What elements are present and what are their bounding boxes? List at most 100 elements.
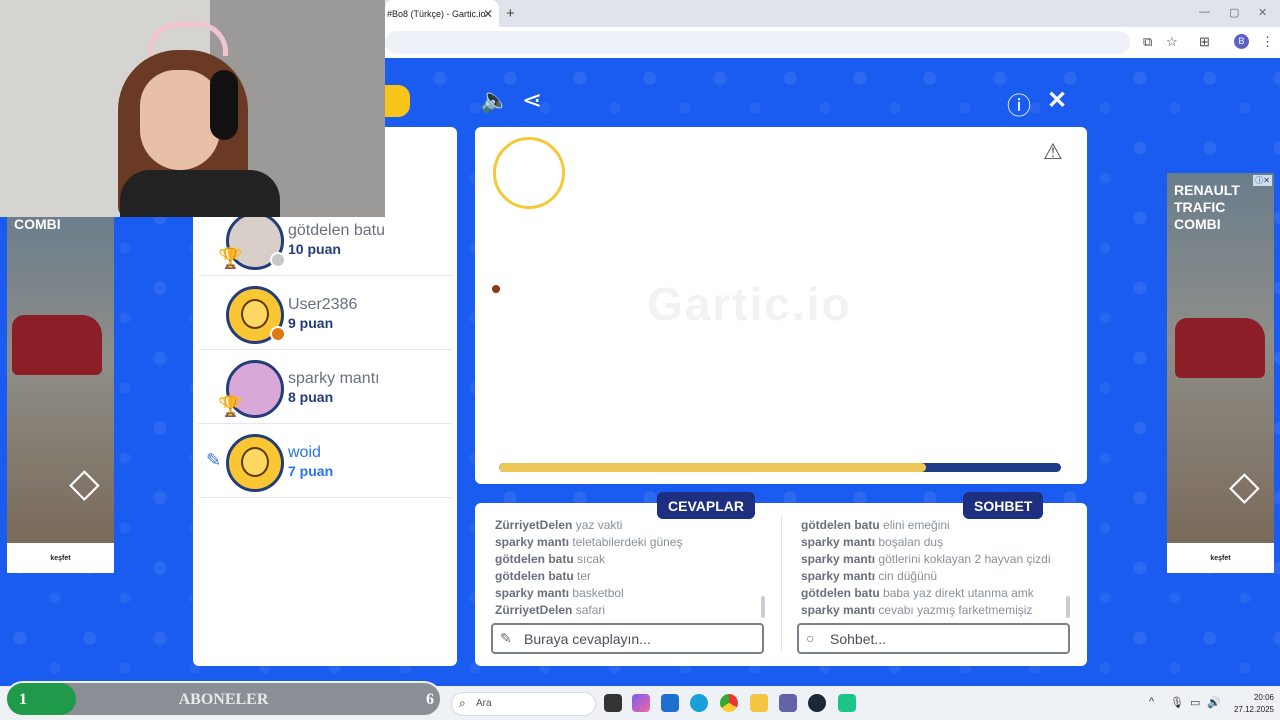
answers-list: ZürriyetDelen yaz vakti sparky mantı tel… <box>495 517 765 621</box>
smiley-face-icon <box>241 447 269 477</box>
ad-title: RENAULT TRAFIC COMBI <box>1174 182 1240 232</box>
info-icon[interactable]: ⓘ <box>1007 86 1031 121</box>
list-item: sparky mantı basketbol <box>495 586 624 600</box>
ad-van-image <box>1175 318 1265 378</box>
ad-right[interactable]: RENAULT TRAFIC COMBI ⓘ✕ ◇ keşfet <box>1167 173 1274 573</box>
player-score: 9 puan <box>288 315 334 331</box>
timer-ring <box>493 137 565 209</box>
bookmark-star-icon[interactable]: ☆ <box>1166 34 1178 50</box>
close-game-icon[interactable]: ✕ <box>1047 86 1067 115</box>
copilot-icon[interactable] <box>632 694 650 712</box>
answers-scrollbar[interactable] <box>761 596 765 618</box>
player-score: 10 puan <box>288 241 341 257</box>
list-item: sparky mantı cevabı yazmış farketmemişiz <box>801 603 1033 617</box>
clock-time: 20:06 <box>1253 693 1274 702</box>
volume-icon[interactable]: 🔊 <box>1207 696 1221 709</box>
player-row[interactable]: User2386 9 puan <box>198 276 452 350</box>
player-row[interactable]: 🏆 sparky mantı 8 puan <box>198 350 452 424</box>
ad-cta[interactable]: keşfet <box>7 555 114 562</box>
webcam-overlay <box>0 0 385 217</box>
search-placeholder: Ara <box>476 698 492 709</box>
tab-chat[interactable]: SOHBET <box>963 492 1044 519</box>
menu-kebab-icon[interactable]: ⋮ <box>1261 34 1274 50</box>
search-icon: ⌕ <box>459 696 466 710</box>
ad-title: COMBI <box>14 216 61 232</box>
taskbar-clock[interactable]: 20:06 27.12.2025 <box>1224 692 1274 716</box>
sound-icon[interactable]: 🔈 <box>480 86 510 115</box>
ad-left[interactable]: COMBI ◇ keşfet <box>7 210 114 573</box>
player-name: götdelen batu <box>288 222 385 239</box>
tray-chevron-icon[interactable]: ^ <box>1149 696 1154 708</box>
list-item: götdelen batu baba yaz direkt utanma amk <box>801 586 1034 600</box>
list-item: götdelen batu sıcak <box>495 552 606 566</box>
edge-icon[interactable] <box>690 694 708 712</box>
share-icon[interactable]: ⋖ <box>522 86 542 115</box>
drawn-dot <box>492 285 500 293</box>
list-item: sparky mantı teletabilerdeki güneş <box>495 535 683 549</box>
webcam-person-body <box>120 170 280 217</box>
divider <box>781 515 782 651</box>
avatar <box>226 434 284 492</box>
list-item: götdelen batu elini emeğini <box>801 518 950 532</box>
close-window-icon[interactable]: ✕ <box>1258 6 1267 19</box>
chat-input[interactable]: ○ Sohbet... <box>797 623 1070 654</box>
new-tab-button[interactable]: + <box>506 5 515 22</box>
player-score: 7 puan <box>288 463 334 479</box>
list-item: sparky mantı boşalan duş <box>801 535 944 549</box>
gartic-watermark-logo: Gartic.io <box>647 278 852 330</box>
gartic-app-icon[interactable] <box>838 694 856 712</box>
pencil-icon: ✎ <box>500 630 512 646</box>
tab-gartic[interactable]: #Bo8 (Türkçe) - Gartic.io <box>385 0 499 27</box>
chat-placeholder: Sohbet... <box>830 631 887 647</box>
outlook-icon[interactable] <box>661 694 679 712</box>
goal-label: ABONELER <box>178 691 269 708</box>
chrome-icon[interactable] <box>720 694 738 712</box>
ad-van-image <box>12 315 102 375</box>
player-name: woid <box>288 444 321 461</box>
list-item: ZürriyetDelen safari <box>495 603 606 617</box>
list-item: götdelen batu ter <box>495 569 592 583</box>
taskbar-search[interactable]: ⌕ Ara <box>451 692 596 716</box>
trophy-icon: 🏆 <box>218 396 243 418</box>
renault-logo-icon: ◇ <box>1229 464 1260 508</box>
chat-list: götdelen batu elini emeğini sparky mantı… <box>801 517 1071 621</box>
status-badge <box>270 252 286 268</box>
microphone-icon[interactable]: 🎙 <box>1170 696 1184 709</box>
answers-chat-panel: CEVAPLAR SOHBET ZürriyetDelen yaz vakti … <box>475 492 1087 666</box>
ad-info-icon[interactable]: ⓘ✕ <box>1253 175 1272 186</box>
pencil-icon: ✎ <box>206 450 222 470</box>
gartic-logo <box>385 85 410 117</box>
restore-icon[interactable]: ▢ <box>1229 6 1239 19</box>
player-name: sparky mantı <box>288 370 380 387</box>
report-warning-icon[interactable]: ⚠ <box>1043 139 1063 165</box>
file-explorer-icon[interactable] <box>750 694 768 712</box>
headband-icon <box>148 22 228 56</box>
tab-answers[interactable]: CEVAPLAR <box>657 492 755 519</box>
teams-icon[interactable] <box>779 694 797 712</box>
subscriber-goal-bar: 1 ABONELER 6 <box>5 681 442 717</box>
player-score: 8 puan <box>288 389 334 405</box>
list-item: sparky mantı götlerini koklayan 2 hayvan… <box>801 552 1051 566</box>
smiley-face-icon <box>241 299 269 329</box>
list-item: ZürriyetDelen yaz vakti <box>495 518 623 532</box>
answer-input[interactable]: ✎ Buraya cevaplayın... <box>491 623 764 654</box>
ad-cta[interactable]: keşfet <box>1167 555 1274 562</box>
profile-avatar[interactable]: B <box>1234 34 1249 49</box>
extensions-icon[interactable]: ⊞ <box>1199 34 1210 50</box>
address-bar[interactable] <box>385 31 1130 54</box>
cast-icon[interactable]: ⧉ <box>1143 34 1152 50</box>
answer-placeholder: Buraya cevaplayın... <box>524 631 651 647</box>
task-view-icon[interactable] <box>604 694 622 712</box>
tab-close-icon[interactable]: ✕ <box>483 7 493 21</box>
goal-target-value: 6 <box>426 691 434 708</box>
headphones-icon <box>210 70 238 140</box>
drawing-canvas[interactable]: ⚠ Gartic.io <box>475 127 1087 484</box>
chat-scrollbar[interactable] <box>1066 596 1070 618</box>
steam-icon[interactable] <box>808 694 826 712</box>
player-row[interactable]: ✎ woid 7 puan <box>198 424 452 498</box>
network-icon[interactable]: ▭ <box>1190 696 1200 709</box>
minimize-icon[interactable]: — <box>1199 6 1210 18</box>
round-progress-fill <box>499 463 927 472</box>
tab-title: #Bo8 (Türkçe) - Gartic.io <box>387 9 486 19</box>
webcam-person-face <box>140 70 220 170</box>
